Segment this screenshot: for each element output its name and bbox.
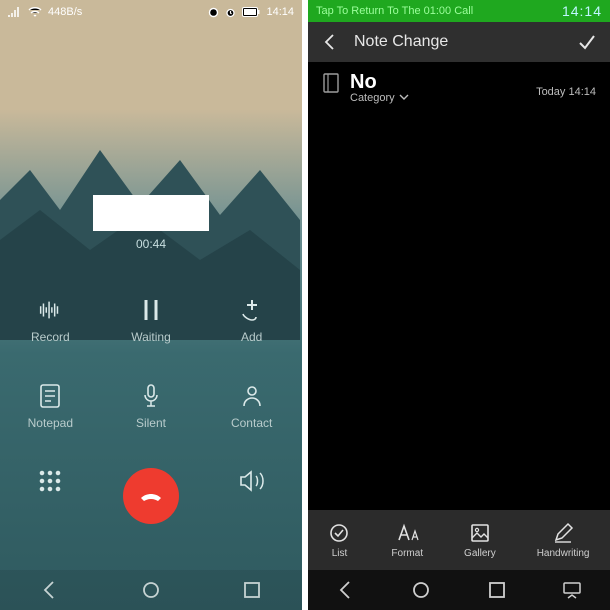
add-call-icon xyxy=(238,296,266,324)
status-time-right: 14:14 xyxy=(562,3,602,19)
speaker-icon xyxy=(238,468,266,494)
nav-recents-icon[interactable] xyxy=(241,579,263,601)
gallery-tool[interactable]: Gallery xyxy=(464,522,496,559)
pen-icon xyxy=(552,522,574,544)
contact-icon xyxy=(238,382,266,410)
nav-bar-left xyxy=(0,570,302,610)
list-label: List xyxy=(332,548,348,559)
nav-home-icon[interactable] xyxy=(410,579,432,601)
end-call-button[interactable] xyxy=(123,468,179,524)
net-speed: 448B/s xyxy=(48,6,82,18)
hangup-icon xyxy=(123,468,179,524)
add-call-button[interactable]: Add xyxy=(238,296,266,344)
format-tool[interactable]: Format xyxy=(391,522,423,559)
confirm-icon[interactable] xyxy=(576,31,598,53)
alarm-icon xyxy=(225,7,236,18)
format-label: Format xyxy=(391,548,423,559)
nav-home-icon[interactable] xyxy=(140,579,162,601)
note-category-label: Category xyxy=(350,92,395,104)
bottom-toolbar: List Format Gallery Handwriting xyxy=(308,510,610,570)
notepad-icon xyxy=(36,382,64,410)
contacts-button[interactable]: Contact xyxy=(231,382,272,430)
notepad-label: Notepad xyxy=(28,416,73,430)
record-label: Record xyxy=(31,330,70,344)
note-title[interactable]: No xyxy=(350,72,409,92)
add-label: Add xyxy=(241,330,262,344)
battery-icon xyxy=(242,7,260,17)
chevron-down-icon xyxy=(399,94,409,102)
nav-bar-right xyxy=(308,570,610,610)
nav-keyboard-hide-icon[interactable] xyxy=(561,579,583,601)
list-tool[interactable]: List xyxy=(328,522,350,559)
signal-icon xyxy=(8,6,22,18)
dialpad-icon xyxy=(37,468,63,494)
status-time-left: 14:14 xyxy=(266,6,294,18)
return-to-call-bar[interactable]: Tap To Return To The 01:00 Call 14:14 xyxy=(308,0,610,22)
handwriting-label: Handwriting xyxy=(537,548,590,559)
note-header: Note Change xyxy=(308,22,610,62)
phone-incall: 448B/s 14:14 00:44 Record Wa xyxy=(0,0,302,610)
nav-back-icon[interactable] xyxy=(335,579,357,601)
image-icon xyxy=(469,522,491,544)
contact-label: Contact xyxy=(231,416,272,430)
caller-name-box xyxy=(93,195,209,231)
dialpad-button[interactable] xyxy=(37,468,63,524)
waiting-label: Waiting xyxy=(131,330,171,344)
note-info-row: No Category Today 14:14 xyxy=(308,62,610,114)
handwriting-tool[interactable]: Handwriting xyxy=(537,522,590,559)
record-button[interactable]: Record xyxy=(31,296,70,344)
mic-icon xyxy=(137,382,165,410)
phone-note-editor: Tap To Return To The 01:00 Call 14:14 No… xyxy=(308,0,610,610)
mute-button[interactable]: Silent xyxy=(136,382,166,430)
nav-back-icon[interactable] xyxy=(39,579,61,601)
checklist-icon xyxy=(328,522,350,544)
call-duration: 00:44 xyxy=(136,237,166,251)
speaker-button[interactable] xyxy=(238,468,266,524)
notepad-button[interactable]: Notepad xyxy=(28,382,73,430)
book-icon[interactable] xyxy=(322,72,340,94)
back-icon[interactable] xyxy=(320,32,340,52)
pause-icon xyxy=(137,296,165,324)
waiting-button[interactable]: Waiting xyxy=(131,296,171,344)
record-icon xyxy=(36,296,64,324)
nav-recents-icon[interactable] xyxy=(486,579,508,601)
gallery-label: Gallery xyxy=(464,548,496,559)
sync-icon xyxy=(208,7,219,18)
status-bar-left: 448B/s 14:14 xyxy=(0,0,302,24)
text-format-icon xyxy=(395,522,419,544)
note-timestamp: Today 14:14 xyxy=(536,72,596,98)
silent-label: Silent xyxy=(136,416,166,430)
return-to-call-text: Tap To Return To The 01:00 Call xyxy=(316,5,473,17)
header-title: Note Change xyxy=(354,33,562,51)
note-category-selector[interactable]: Category xyxy=(350,92,409,104)
wifi-icon xyxy=(28,6,42,18)
